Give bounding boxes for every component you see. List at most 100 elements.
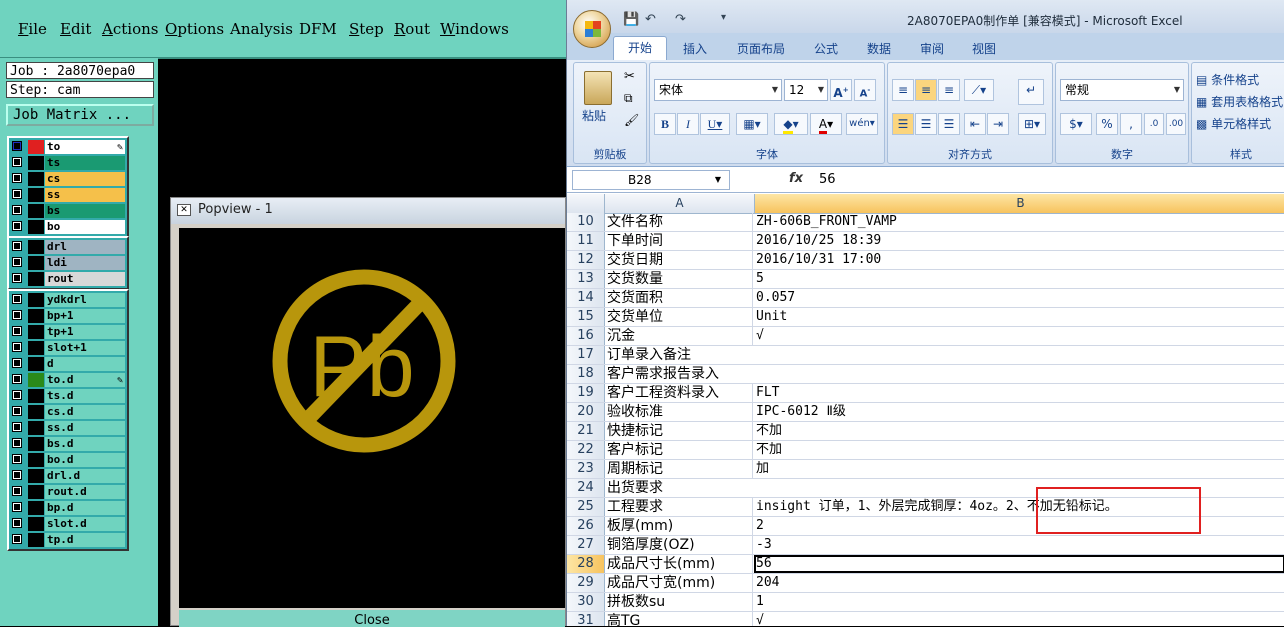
layer-context-swatch[interactable] bbox=[28, 156, 44, 170]
layer-name[interactable]: drl bbox=[45, 240, 125, 254]
cell-a[interactable]: 交货单位 bbox=[605, 308, 753, 326]
name-box[interactable]: B28 ▼ bbox=[572, 170, 730, 190]
increase-decimal-button[interactable]: .0 bbox=[1144, 113, 1164, 135]
cell-b[interactable]: 0.057 bbox=[754, 289, 1284, 307]
layer-context-swatch[interactable] bbox=[28, 220, 44, 234]
cell-a[interactable]: 沉金 bbox=[605, 327, 753, 345]
cell-b[interactable]: 加 bbox=[754, 460, 1284, 478]
middle-align-button[interactable]: ≡ bbox=[915, 79, 937, 101]
menu-windows[interactable]: Windows bbox=[440, 20, 509, 38]
row-header[interactable]: 27 bbox=[567, 536, 605, 554]
layer-context-swatch[interactable] bbox=[28, 240, 44, 254]
merge-center-button[interactable]: ⊞▾ bbox=[1018, 113, 1046, 135]
layer-context-swatch[interactable] bbox=[28, 140, 44, 154]
layer-row-bo[interactable]: bo bbox=[9, 219, 127, 235]
layer-checkbox[interactable] bbox=[12, 257, 22, 267]
layer-context-swatch[interactable] bbox=[28, 293, 44, 307]
cell-a[interactable]: 下单时间 bbox=[605, 232, 753, 250]
menu-options[interactable]: Options bbox=[165, 20, 224, 38]
layer-checkbox[interactable] bbox=[12, 141, 22, 151]
cell-a[interactable]: 铜箔厚度(OZ) bbox=[605, 536, 753, 554]
row-header[interactable]: 31 bbox=[567, 612, 605, 626]
cell-a[interactable]: 交货数量 bbox=[605, 270, 753, 288]
layer-row-drl-d[interactable]: drl.d bbox=[9, 468, 127, 484]
layer-row-ss[interactable]: ss bbox=[9, 187, 127, 203]
layer-context-swatch[interactable] bbox=[28, 405, 44, 419]
layer-name[interactable]: cs.d bbox=[45, 405, 125, 419]
cell-b[interactable]: ZH-606B_FRONT_VAMP bbox=[754, 213, 1284, 231]
office-button[interactable] bbox=[573, 10, 611, 48]
format-painter-icon[interactable]: 🖌 bbox=[624, 113, 639, 127]
layer-row-to[interactable]: to ✎ bbox=[9, 139, 127, 155]
row-header[interactable]: 18 bbox=[567, 365, 605, 383]
borders-button[interactable]: ▦▾ bbox=[736, 113, 768, 135]
layer-context-swatch[interactable] bbox=[28, 501, 44, 515]
layer-checkbox[interactable] bbox=[12, 326, 22, 336]
fx-icon[interactable]: fx bbox=[789, 171, 803, 186]
cell-a[interactable]: 快捷标记 bbox=[605, 422, 753, 440]
cell-a[interactable]: 订单录入备注 bbox=[605, 346, 753, 364]
layer-name[interactable]: slot.d bbox=[45, 517, 125, 531]
grow-font-button[interactable]: A+ bbox=[830, 79, 852, 101]
tab-insert[interactable]: 插入 bbox=[683, 40, 707, 57]
menu-analysis[interactable]: Analysis bbox=[230, 20, 293, 38]
job-matrix-button[interactable]: Job Matrix ... bbox=[6, 104, 154, 126]
layer-context-swatch[interactable] bbox=[28, 453, 44, 467]
row-header[interactable]: 14 bbox=[567, 289, 605, 307]
layer-name[interactable]: ldi bbox=[45, 256, 125, 270]
tab-formulas[interactable]: 公式 bbox=[814, 40, 838, 57]
row-header[interactable]: 25 bbox=[567, 498, 605, 516]
cell-b[interactable]: IPC-6012 Ⅱ级 bbox=[754, 403, 1284, 421]
layer-checkbox[interactable] bbox=[12, 374, 22, 384]
decrease-indent-button[interactable]: ⇤ bbox=[964, 113, 986, 135]
layer-row-slot-1[interactable]: slot+1 bbox=[9, 340, 127, 356]
layer-row-ts[interactable]: ts bbox=[9, 155, 127, 171]
redo-icon[interactable]: ↷ bbox=[675, 12, 686, 27]
shrink-font-button[interactable]: A- bbox=[854, 79, 876, 101]
cell-b[interactable]: 1 bbox=[754, 593, 1284, 611]
layer-row-bo-d[interactable]: bo.d bbox=[9, 452, 127, 468]
layer-context-swatch[interactable] bbox=[28, 172, 44, 186]
layer-checkbox[interactable] bbox=[12, 189, 22, 199]
cell-a[interactable]: 交货面积 bbox=[605, 289, 753, 307]
layer-checkbox[interactable] bbox=[12, 486, 22, 496]
row-header[interactable]: 19 bbox=[567, 384, 605, 402]
conditional-format-button[interactable]: ▤ 条件格式 bbox=[1196, 71, 1259, 88]
cell-b[interactable]: -3 bbox=[754, 536, 1284, 554]
menu-rout[interactable]: Rout bbox=[394, 20, 430, 38]
cell-styles-button[interactable]: ▩ 单元格样式 bbox=[1196, 115, 1271, 132]
layer-context-swatch[interactable] bbox=[28, 485, 44, 499]
layer-row-cs[interactable]: cs bbox=[9, 171, 127, 187]
number-format-select[interactable]: 常规 ▼ bbox=[1060, 79, 1184, 101]
percent-button[interactable]: % bbox=[1096, 113, 1118, 135]
align-center-button[interactable]: ☰ bbox=[915, 113, 937, 135]
row-header[interactable]: 21 bbox=[567, 422, 605, 440]
layer-row-ts-d[interactable]: ts.d bbox=[9, 388, 127, 404]
menu-edit[interactable]: Edit bbox=[60, 20, 91, 38]
copy-icon[interactable]: ⧉ bbox=[624, 91, 633, 106]
cell-a[interactable]: 板厚(mm) bbox=[605, 517, 753, 535]
formula-input[interactable]: 56 bbox=[819, 172, 836, 187]
tab-review[interactable]: 审阅 bbox=[920, 40, 944, 57]
cell-a[interactable]: 高TG bbox=[605, 612, 753, 626]
row-header[interactable]: 10 bbox=[567, 213, 605, 231]
cell-a[interactable]: 拼板数su bbox=[605, 593, 753, 611]
cell-a[interactable]: 出货要求 bbox=[605, 479, 753, 497]
layer-row-slot-d[interactable]: slot.d bbox=[9, 516, 127, 532]
cell-b[interactable]: FLT bbox=[754, 384, 1284, 402]
menu-file[interactable]: File bbox=[18, 20, 47, 38]
row-header[interactable]: 11 bbox=[567, 232, 605, 250]
cell-a[interactable]: 工程要求 bbox=[605, 498, 753, 516]
row-header[interactable]: 20 bbox=[567, 403, 605, 421]
bold-button[interactable]: B bbox=[654, 113, 676, 135]
layer-checkbox[interactable] bbox=[12, 502, 22, 512]
row-header[interactable]: 28 bbox=[567, 555, 605, 573]
layer-name[interactable]: cs bbox=[45, 172, 125, 186]
column-header-b[interactable]: B bbox=[754, 194, 1284, 213]
layer-checkbox[interactable] bbox=[12, 422, 22, 432]
italic-button[interactable]: I bbox=[677, 113, 699, 135]
layer-name[interactable]: ts bbox=[45, 156, 125, 170]
cell-a[interactable]: 客户标记 bbox=[605, 441, 753, 459]
layer-row-ydkdrl[interactable]: ydkdrl bbox=[9, 292, 127, 308]
layer-checkbox[interactable] bbox=[12, 438, 22, 448]
